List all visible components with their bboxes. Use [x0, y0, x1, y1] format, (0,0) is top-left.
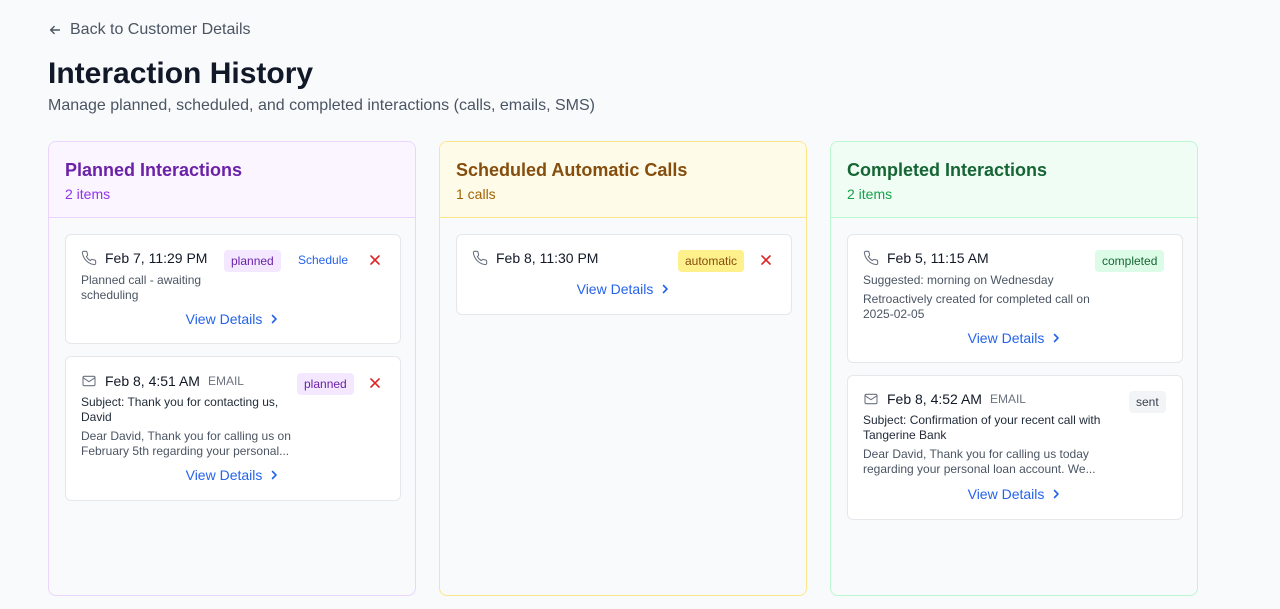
card-description: Planned call - awaiting scheduling	[81, 273, 202, 302]
channel-type: EMAIL	[989, 392, 1026, 406]
card-header: Feb 5, 11:15 AM	[863, 250, 989, 266]
view-details-label: View Details	[185, 467, 263, 483]
completed-column-header: Completed Interactions 2 items	[831, 142, 1197, 218]
card-datetime: Feb 8, 11:30 PM	[496, 250, 599, 266]
view-details-link[interactable]: View Details	[66, 311, 400, 327]
phone-icon	[472, 250, 488, 266]
status-badge: completed	[1095, 250, 1165, 272]
card-header: Feb 8, 11:30 PM	[472, 250, 598, 266]
chevron-right-icon	[272, 314, 278, 324]
card-header: Feb 7, 11:29 PM	[81, 250, 207, 266]
close-icon[interactable]	[368, 376, 382, 390]
card-description: Dear David, Thank you for calling us tod…	[863, 447, 1096, 476]
phone-icon	[863, 250, 879, 266]
status-badge: planned	[224, 250, 281, 272]
close-icon[interactable]	[368, 253, 382, 267]
mail-icon	[82, 375, 96, 387]
planned-column-header: Planned Interactions 2 items	[49, 142, 415, 218]
planned-card-email: Feb 8, 4:51 AM EMAIL planned Subject: Th…	[65, 356, 401, 501]
view-details-link[interactable]: View Details	[848, 330, 1182, 346]
completed-count: 2 items	[847, 186, 893, 202]
completed-card-email: Feb 8, 4:52 AM EMAIL sent Subject: Confi…	[847, 375, 1183, 520]
view-details-link[interactable]: View Details	[848, 486, 1182, 502]
card-datetime: Feb 5, 11:15 AM	[887, 250, 989, 266]
email-subject: Subject: Confirmation of your recent cal…	[863, 413, 1101, 442]
card-datetime: Feb 7, 11:29 PM	[105, 250, 208, 266]
status-badge: planned	[297, 373, 354, 395]
view-details-link[interactable]: View Details	[457, 281, 791, 297]
scheduled-count: 1 calls	[456, 186, 496, 202]
scheduled-column-header: Scheduled Automatic Calls 1 calls	[440, 142, 806, 218]
page-title: Interaction History	[48, 57, 314, 90]
view-details-label: View Details	[185, 311, 263, 327]
card-description: Dear David, Thank you for calling us on …	[81, 429, 291, 458]
scheduled-card-call: Feb 8, 11:30 PM automatic View Details	[456, 234, 792, 315]
arrow-left-icon	[49, 25, 61, 35]
completed-card-call: Feb 5, 11:15 AM completed Suggested: mor…	[847, 234, 1183, 363]
chevron-right-icon	[272, 470, 278, 480]
card-description: Retroactively created for completed call…	[863, 292, 1090, 321]
view-details-label: View Details	[967, 486, 1045, 502]
chevron-right-icon	[1054, 333, 1060, 343]
view-details-label: View Details	[576, 281, 654, 297]
completed-column: Completed Interactions 2 items Feb 5, 11…	[830, 141, 1198, 596]
planned-count: 2 items	[65, 186, 111, 202]
back-link-label: Back to Customer Details	[70, 21, 251, 38]
page-subtitle: Manage planned, scheduled, and completed…	[48, 97, 595, 114]
close-icon[interactable]	[759, 253, 773, 267]
mail-icon	[864, 393, 878, 405]
chevron-right-icon	[1054, 489, 1060, 499]
suggested-time: Suggested: morning on Wednesday	[863, 273, 1054, 287]
card-header: Feb 8, 4:52 AM EMAIL	[863, 391, 1026, 407]
schedule-button[interactable]: Schedule	[298, 253, 348, 267]
status-badge: sent	[1129, 391, 1166, 413]
planned-column: Planned Interactions 2 items Feb 7, 11:2…	[48, 141, 416, 596]
card-header: Feb 8, 4:51 AM EMAIL	[81, 373, 244, 389]
view-details-link[interactable]: View Details	[66, 467, 400, 483]
scheduled-column-title: Scheduled Automatic Calls	[456, 160, 688, 180]
channel-type: EMAIL	[207, 374, 244, 388]
card-datetime: Feb 8, 4:52 AM	[887, 391, 982, 407]
scheduled-column: Scheduled Automatic Calls 1 calls Feb 8,…	[439, 141, 807, 596]
planned-card-call: Feb 7, 11:29 PM planned Schedule Planned…	[65, 234, 401, 344]
back-link[interactable]: Back to Customer Details	[48, 21, 251, 39]
card-datetime: Feb 8, 4:51 AM	[105, 373, 200, 389]
completed-column-title: Completed Interactions	[847, 160, 1048, 180]
phone-icon	[81, 250, 97, 266]
email-subject: Subject: Thank you for contacting us, Da…	[81, 395, 279, 424]
view-details-label: View Details	[967, 330, 1045, 346]
chevron-right-icon	[663, 284, 669, 294]
planned-column-title: Planned Interactions	[65, 160, 243, 180]
status-badge: automatic	[678, 250, 745, 272]
